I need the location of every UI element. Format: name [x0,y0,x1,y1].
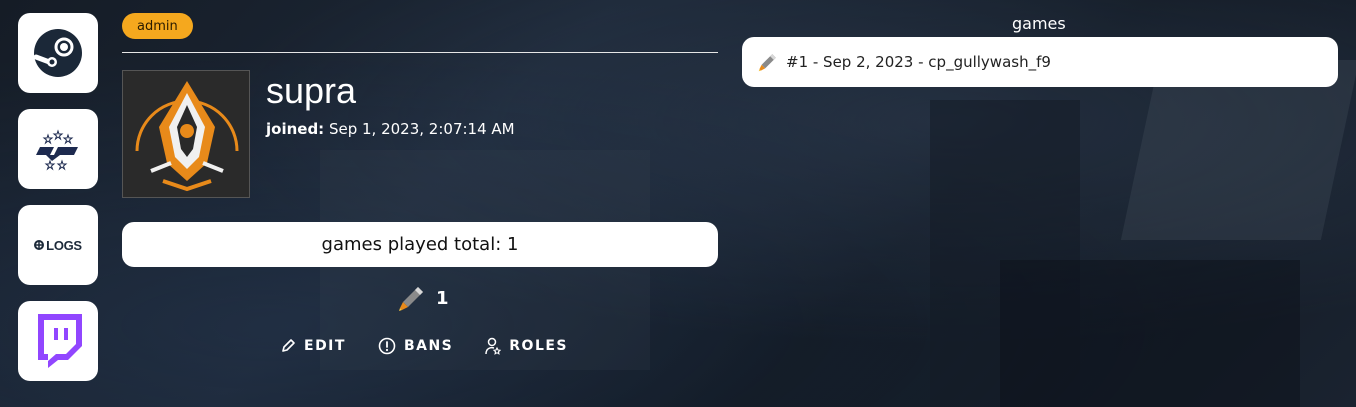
twitch-icon [38,314,82,368]
games-heading: games [1012,14,1066,33]
edit-button[interactable]: EDIT [280,337,346,355]
role-badge: admin [122,13,193,39]
soldier-rocket-icon [758,54,776,72]
class-stat: 1 [398,284,449,312]
joined-date: Sep 1, 2023, 2:07:14 AM [328,120,515,138]
soldier-rocket-icon [399,287,423,311]
player-avatar-icon [123,71,249,197]
bans-button[interactable]: BANS [378,337,453,355]
logs-icon [34,240,45,250]
roles-label: ROLES [509,338,569,354]
username: supra [266,70,357,111]
alert-circle-icon [378,337,396,355]
sidebar: LOGS [18,13,98,397]
avatar [122,70,250,198]
logs-link-button[interactable]: LOGS [18,205,98,285]
divider [122,52,718,53]
twitch-link-button[interactable] [18,301,98,381]
edit-label: EDIT [304,338,346,354]
game-list-item[interactable]: #1 - Sep 2, 2023 - cp_gullywash_f9 [742,37,1338,87]
steam-link-button[interactable] [18,13,98,93]
roles-button[interactable]: ROLES [485,337,568,355]
steam-icon [33,29,82,77]
user-role-icon [485,337,502,355]
bans-label: BANS [403,338,454,354]
etf2l-icon [36,129,78,171]
logs-label: LOGS [46,237,82,253]
joined-info: joined: Sep 1, 2023, 2:07:14 AM [266,120,515,138]
etf2l-link-button[interactable] [18,109,98,189]
pencil-icon [282,339,295,352]
profile-actions: EDIT BANS ROLES [280,337,568,355]
games-played-total: games played total: 1 [122,222,718,267]
game-label: #1 - Sep 2, 2023 - cp_gullywash_f9 [786,53,1051,71]
joined-label: joined: [266,120,325,138]
class-count: 1 [436,287,449,309]
